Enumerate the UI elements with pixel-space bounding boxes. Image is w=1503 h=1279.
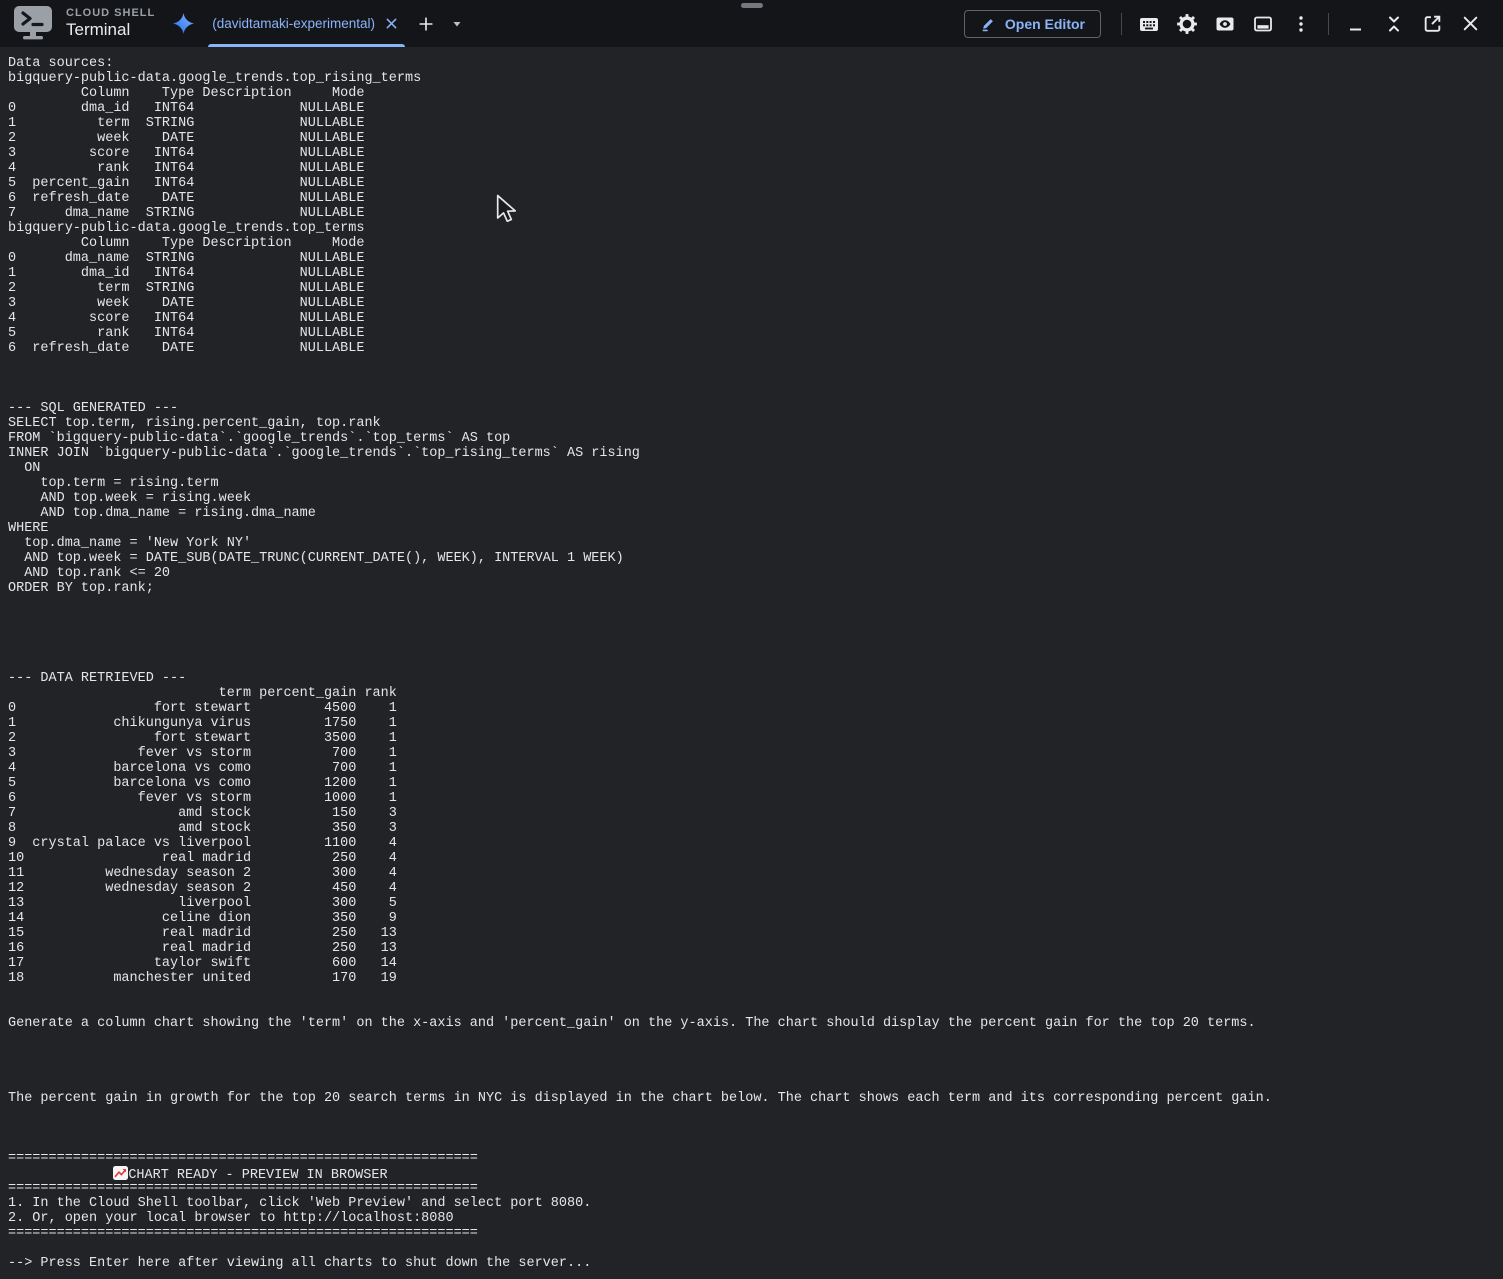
terminal-settings-button[interactable] bbox=[1175, 12, 1199, 36]
header-left-group: CLOUD SHELL Terminal (davidtamaki-experi… bbox=[14, 0, 476, 47]
kebab-menu-icon bbox=[1291, 14, 1311, 34]
new-tab-button[interactable] bbox=[414, 12, 438, 36]
panel-layout-icon bbox=[1252, 13, 1274, 35]
pencil-icon bbox=[980, 16, 996, 32]
tab-label: (davidtamaki-experimental) bbox=[212, 16, 375, 31]
dock-panel-button[interactable] bbox=[1251, 12, 1275, 36]
close-terminal-button[interactable] bbox=[1458, 12, 1482, 36]
keyboard-icon bbox=[1138, 13, 1160, 35]
mouse-cursor bbox=[496, 194, 518, 225]
tab-close-icon[interactable] bbox=[385, 17, 399, 31]
tab-list-caret-button[interactable] bbox=[445, 12, 469, 36]
web-preview-button[interactable] bbox=[1213, 12, 1237, 36]
window-drag-handle[interactable] bbox=[741, 3, 763, 8]
chart-ready-line: CHART READY - PREVIEW IN BROWSER bbox=[8, 1166, 1495, 1181]
gemini-star-icon[interactable] bbox=[173, 13, 194, 34]
header-right-group: Open Editor bbox=[964, 0, 1489, 47]
minimize-icon bbox=[1346, 14, 1366, 34]
terminal-output-bottom: ========================================… bbox=[8, 1181, 1495, 1271]
collapse-button[interactable] bbox=[1382, 12, 1406, 36]
gear-icon bbox=[1176, 13, 1198, 35]
cloud-shell-logo-icon bbox=[14, 6, 52, 42]
header-titles: CLOUD SHELL Terminal bbox=[66, 7, 155, 40]
open-in-new-icon bbox=[1422, 13, 1443, 34]
open-editor-button[interactable]: Open Editor bbox=[964, 10, 1101, 38]
chart-increasing-emoji-icon bbox=[113, 1166, 128, 1180]
window-controls-divider bbox=[1328, 13, 1329, 35]
toolbar-divider bbox=[1121, 13, 1122, 35]
open-in-new-window-button[interactable] bbox=[1420, 12, 1444, 36]
terminal-tab[interactable]: (davidtamaki-experimental) bbox=[206, 0, 407, 47]
cloud-shell-header: CLOUD SHELL Terminal (davidtamaki-experi… bbox=[0, 0, 1503, 47]
open-editor-label: Open Editor bbox=[1005, 16, 1085, 32]
minimize-button[interactable] bbox=[1344, 12, 1368, 36]
plus-icon bbox=[417, 15, 435, 33]
web-preview-eye-icon bbox=[1214, 13, 1236, 35]
window-title: Terminal bbox=[66, 20, 155, 40]
keyboard-shortcuts-button[interactable] bbox=[1137, 12, 1161, 36]
product-label: CLOUD SHELL bbox=[66, 7, 155, 20]
close-icon bbox=[1461, 14, 1480, 33]
collapse-icon bbox=[1385, 15, 1403, 33]
terminal-output-top: Data sources: bigquery-public-data.googl… bbox=[8, 56, 1495, 1166]
caret-down-icon bbox=[451, 18, 463, 30]
terminal-output-area[interactable]: Data sources: bigquery-public-data.googl… bbox=[0, 47, 1503, 1279]
more-options-button[interactable] bbox=[1289, 12, 1313, 36]
